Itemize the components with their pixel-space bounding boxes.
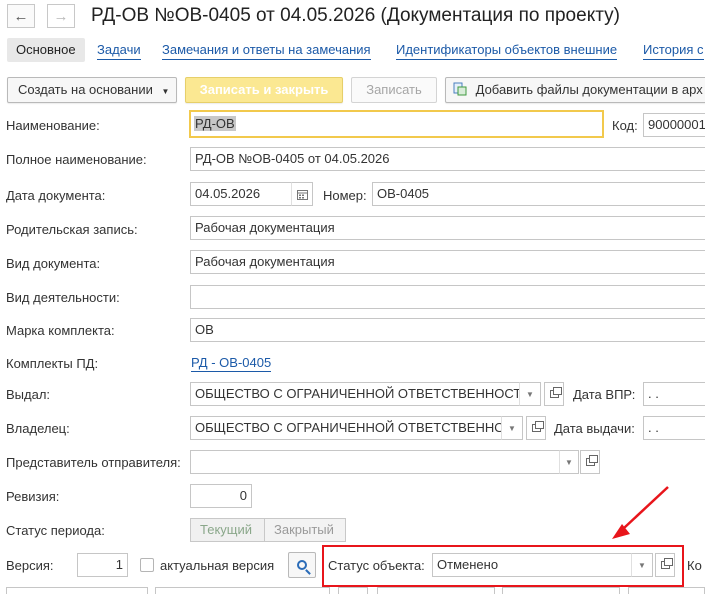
issued-by-open-button[interactable]: [544, 382, 564, 406]
annotation-arrow-icon: [612, 486, 669, 539]
bottom-field-2[interactable]: [155, 587, 330, 594]
activity-type-label: Вид деятельности:: [6, 290, 120, 305]
forward-button[interactable]: →: [47, 4, 75, 28]
name-label: Наименование:: [6, 118, 100, 133]
truncated-label: Ко: [687, 558, 702, 573]
bottom-field-5[interactable]: [502, 587, 620, 594]
revision-label: Ревизия:: [6, 489, 60, 504]
add-doc-files-button[interactable]: Добавить файлы документации в арх: [445, 77, 705, 103]
period-status-label: Статус периода:: [6, 523, 105, 538]
set-mark-input[interactable]: ОВ: [190, 318, 705, 342]
owner-input[interactable]: ОБЩЕСТВО С ОГРАНИЧЕННОЙ ОТВЕТСТВЕННОСТЬЮ: [190, 416, 502, 440]
code-label: Код:: [612, 118, 638, 133]
window-title: РД-ОВ №ОВ-0405 от 04.05.2026 (Документац…: [91, 5, 620, 26]
bottom-field-6[interactable]: [628, 587, 705, 594]
add-files-icon: [453, 82, 467, 96]
save-button[interactable]: Записать: [351, 77, 437, 103]
version-input[interactable]: 1: [77, 553, 128, 577]
full-name-label: Полное наименование:: [6, 152, 147, 167]
set-mark-label: Марка комплекта:: [6, 323, 115, 338]
arrow-right-icon: →: [53, 7, 69, 25]
chevron-down-icon: ▼: [508, 423, 516, 433]
actual-version-label: актуальная версия: [160, 558, 275, 573]
doc-date-label: Дата документа:: [6, 188, 106, 203]
bottom-field-1[interactable]: [6, 587, 148, 594]
owner-dropdown[interactable]: ▼: [501, 416, 523, 440]
bottom-field-4[interactable]: [377, 587, 495, 594]
parent-record-label: Родительская запись:: [6, 222, 138, 237]
period-current-toggle[interactable]: Текущий: [190, 518, 265, 542]
sender-rep-open-button[interactable]: [580, 450, 600, 474]
doc-date-input[interactable]: 04.05.2026: [190, 182, 292, 206]
calendar-button[interactable]: [291, 182, 313, 206]
back-button[interactable]: ←: [7, 4, 35, 28]
arrow-left-icon: ←: [13, 7, 29, 25]
calendar-icon: [296, 189, 308, 200]
chevron-down-icon: ▼: [526, 389, 534, 399]
parent-record-input[interactable]: Рабочая документация: [190, 216, 705, 240]
owner-open-button[interactable]: [526, 416, 546, 440]
open-window-icon: [549, 387, 562, 398]
sender-rep-dropdown[interactable]: ▼: [559, 450, 579, 474]
revision-input[interactable]: 0: [190, 484, 252, 508]
issue-date-input[interactable]: . .: [643, 416, 705, 440]
version-label: Версия:: [6, 558, 54, 573]
create-based-on-button[interactable]: Создать на основании ▼: [7, 77, 177, 103]
pd-sets-label: Комплекты ПД:: [6, 356, 99, 371]
chevron-down-icon: ▼: [565, 457, 573, 467]
activity-type-input[interactable]: [190, 285, 705, 309]
sender-rep-input[interactable]: [190, 450, 560, 474]
full-name-input[interactable]: РД-ОВ №ОВ-0405 от 04.05.2026: [190, 147, 705, 171]
issued-by-dropdown[interactable]: ▼: [519, 382, 541, 406]
tab-main[interactable]: Основное: [7, 38, 85, 62]
dropdown-arrow-icon: ▼: [161, 87, 170, 96]
vpr-date-label: Дата ВПР:: [573, 387, 636, 402]
issued-by-label: Выдал:: [6, 387, 51, 402]
issue-date-label: Дата выдачи:: [554, 421, 635, 436]
sender-rep-label: Представитель отправителя:: [6, 455, 181, 470]
period-closed-toggle[interactable]: Закрытый: [264, 518, 346, 542]
owner-label: Владелец:: [6, 421, 70, 436]
doc-type-input[interactable]: Рабочая документация: [190, 250, 705, 274]
name-input[interactable]: РД-ОВ: [189, 110, 604, 138]
tab-external-ids[interactable]: Идентификаторы объектов внешние: [396, 40, 618, 60]
number-input[interactable]: ОВ-0405: [372, 182, 705, 206]
tab-tasks[interactable]: Задачи: [97, 40, 141, 60]
open-window-icon: [531, 421, 544, 432]
bottom-field-3[interactable]: [338, 587, 368, 594]
actual-version-checkbox[interactable]: [140, 558, 154, 572]
code-input[interactable]: 90000001: [643, 113, 705, 137]
save-and-close-button[interactable]: Записать и закрыть: [185, 77, 343, 103]
issued-by-input[interactable]: ОБЩЕСТВО С ОГРАНИЧЕННОЙ ОТВЕТСТВЕННОСТЬЮ: [190, 382, 520, 406]
doc-type-label: Вид документа:: [6, 256, 101, 271]
tab-history[interactable]: История с: [643, 40, 704, 60]
search-icon: [297, 560, 307, 570]
search-button[interactable]: [288, 552, 316, 578]
annotation-highlight: [322, 545, 684, 587]
tab-remarks[interactable]: Замечания и ответы на замечания: [162, 40, 371, 60]
pd-sets-link[interactable]: РД - ОВ-0405: [191, 355, 272, 372]
open-window-icon: [585, 455, 598, 466]
vpr-date-input[interactable]: . .: [643, 382, 705, 406]
number-label: Номер:: [323, 188, 367, 203]
